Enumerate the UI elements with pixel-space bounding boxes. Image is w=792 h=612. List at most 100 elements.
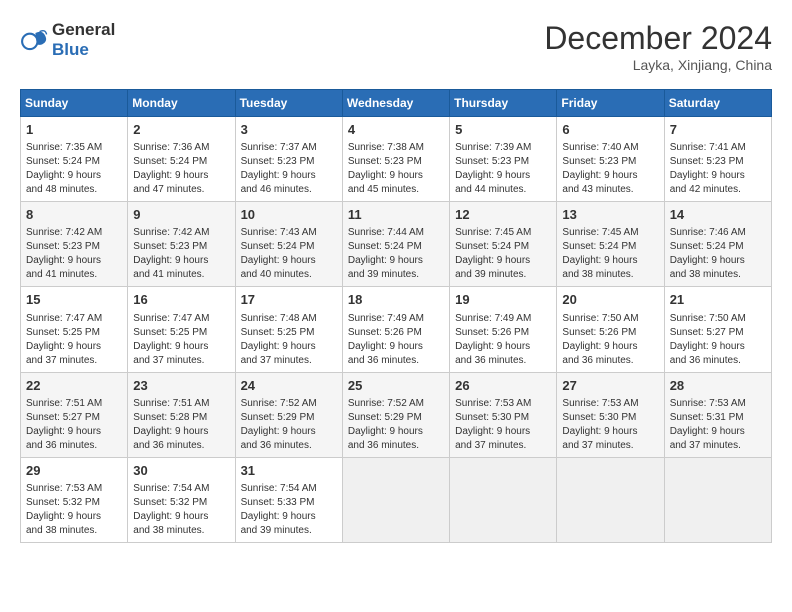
week-row-1: 1 Sunrise: 7:35 AM Sunset: 5:24 PM Daylig…	[21, 117, 772, 202]
day-number: 20	[562, 291, 658, 309]
calendar-cell: 15 Sunrise: 7:47 AM Sunset: 5:25 PM Dayli…	[21, 287, 128, 372]
calendar-cell: 18 Sunrise: 7:49 AM Sunset: 5:26 PM Dayli…	[342, 287, 449, 372]
day-number: 19	[455, 291, 551, 309]
calendar-cell: 10 Sunrise: 7:43 AM Sunset: 5:24 PM Dayli…	[235, 202, 342, 287]
day-number: 1	[26, 121, 122, 139]
day-info: Sunrise: 7:42 AM Sunset: 5:23 PM Dayligh…	[133, 226, 229, 282]
day-number: 4	[348, 121, 444, 139]
calendar-cell: 27 Sunrise: 7:53 AM Sunset: 5:30 PM Dayli…	[557, 372, 664, 457]
location-subtitle: Layka, Xinjiang, China	[544, 57, 772, 73]
day-info: Sunrise: 7:47 AM Sunset: 5:25 PM Dayligh…	[26, 312, 122, 368]
calendar-table: SundayMondayTuesdayWednesdayThursdayFrid…	[20, 89, 772, 543]
day-info: Sunrise: 7:37 AM Sunset: 5:23 PM Dayligh…	[241, 141, 337, 197]
calendar-cell: 2 Sunrise: 7:36 AM Sunset: 5:24 PM Daylig…	[128, 117, 235, 202]
calendar-cell: 17Sunrise: 7:48 AM Sunset: 5:25 PM Dayli…	[235, 287, 342, 372]
week-row-5: 29 Sunrise: 7:53 AM Sunset: 5:32 PM Dayli…	[21, 457, 772, 542]
day-info: Sunrise: 7:42 AM Sunset: 5:23 PM Dayligh…	[26, 226, 122, 282]
day-number: 8	[26, 206, 122, 224]
day-info: Sunrise: 7:38 AM Sunset: 5:23 PM Dayligh…	[348, 141, 444, 197]
day-info: Sunrise: 7:52 AM Sunset: 5:29 PM Dayligh…	[241, 397, 337, 453]
month-title: December 2024	[544, 20, 772, 57]
calendar-cell: 26 Sunrise: 7:53 AM Sunset: 5:30 PM Dayli…	[450, 372, 557, 457]
day-number: 27	[562, 377, 658, 395]
day-info: Sunrise: 7:45 AM Sunset: 5:24 PM Dayligh…	[562, 226, 658, 282]
day-number: 10	[241, 206, 337, 224]
calendar-cell	[450, 457, 557, 542]
title-block: December 2024 Layka, Xinjiang, China	[544, 20, 772, 73]
day-number: 28	[670, 377, 766, 395]
day-number: 12	[455, 206, 551, 224]
calendar-cell: 24 Sunrise: 7:52 AM Sunset: 5:29 PM Dayli…	[235, 372, 342, 457]
day-number: 13	[562, 206, 658, 224]
calendar-cell: 6 Sunrise: 7:40 AM Sunset: 5:23 PM Daylig…	[557, 117, 664, 202]
calendar-cell: 19 Sunrise: 7:49 AM Sunset: 5:26 PM Dayli…	[450, 287, 557, 372]
day-info: Sunrise: 7:49 AM Sunset: 5:26 PM Dayligh…	[455, 312, 551, 368]
week-row-4: 22Sunrise: 7:51 AM Sunset: 5:27 PM Dayli…	[21, 372, 772, 457]
day-number: 15	[26, 291, 122, 309]
day-number: 2	[133, 121, 229, 139]
day-number: 25	[348, 377, 444, 395]
day-info: Sunrise: 7:43 AM Sunset: 5:24 PM Dayligh…	[241, 226, 337, 282]
day-info: Sunrise: 7:51 AM Sunset: 5:27 PM Dayligh…	[26, 397, 122, 453]
calendar-cell: 30 Sunrise: 7:54 AM Sunset: 5:32 PM Dayli…	[128, 457, 235, 542]
day-number: 26	[455, 377, 551, 395]
day-info: Sunrise: 7:46 AM Sunset: 5:24 PM Dayligh…	[670, 226, 766, 282]
day-number: 6	[562, 121, 658, 139]
day-info: Sunrise: 7:53 AM Sunset: 5:31 PM Dayligh…	[670, 397, 766, 453]
day-info: Sunrise: 7:50 AM Sunset: 5:27 PM Dayligh…	[670, 312, 766, 368]
logo-text: General Blue	[52, 20, 115, 60]
calendar-cell: 5Sunrise: 7:39 AM Sunset: 5:23 PM Daylig…	[450, 117, 557, 202]
day-number: 17	[241, 291, 337, 309]
day-info: Sunrise: 7:51 AM Sunset: 5:28 PM Dayligh…	[133, 397, 229, 453]
day-number: 29	[26, 462, 122, 480]
calendar-cell: 28 Sunrise: 7:53 AM Sunset: 5:31 PM Dayli…	[664, 372, 771, 457]
day-number: 14	[670, 206, 766, 224]
day-number: 9	[133, 206, 229, 224]
calendar-cell: 8 Sunrise: 7:42 AM Sunset: 5:23 PM Daylig…	[21, 202, 128, 287]
day-number: 5	[455, 121, 551, 139]
day-info: Sunrise: 7:49 AM Sunset: 5:26 PM Dayligh…	[348, 312, 444, 368]
day-info: Sunrise: 7:45 AM Sunset: 5:24 PM Dayligh…	[455, 226, 551, 282]
logo-icon	[20, 26, 48, 54]
day-info: Sunrise: 7:54 AM Sunset: 5:32 PM Dayligh…	[133, 482, 229, 538]
week-row-2: 8 Sunrise: 7:42 AM Sunset: 5:23 PM Daylig…	[21, 202, 772, 287]
calendar-cell: 25 Sunrise: 7:52 AM Sunset: 5:29 PM Dayli…	[342, 372, 449, 457]
week-row-3: 15 Sunrise: 7:47 AM Sunset: 5:25 PM Dayli…	[21, 287, 772, 372]
day-info: Sunrise: 7:53 AM Sunset: 5:30 PM Dayligh…	[562, 397, 658, 453]
calendar-header-row: SundayMondayTuesdayWednesdayThursdayFrid…	[21, 90, 772, 117]
day-number: 24	[241, 377, 337, 395]
calendar-cell: 4 Sunrise: 7:38 AM Sunset: 5:23 PM Daylig…	[342, 117, 449, 202]
day-number: 18	[348, 291, 444, 309]
header-monday: Monday	[128, 90, 235, 117]
day-info: Sunrise: 7:54 AM Sunset: 5:33 PM Dayligh…	[241, 482, 337, 538]
calendar-cell: 29 Sunrise: 7:53 AM Sunset: 5:32 PM Dayli…	[21, 457, 128, 542]
day-number: 31	[241, 462, 337, 480]
day-info: Sunrise: 7:52 AM Sunset: 5:29 PM Dayligh…	[348, 397, 444, 453]
day-info: Sunrise: 7:53 AM Sunset: 5:32 PM Dayligh…	[26, 482, 122, 538]
day-number: 16	[133, 291, 229, 309]
day-number: 23	[133, 377, 229, 395]
day-info: Sunrise: 7:40 AM Sunset: 5:23 PM Dayligh…	[562, 141, 658, 197]
header-tuesday: Tuesday	[235, 90, 342, 117]
calendar-body: 1 Sunrise: 7:35 AM Sunset: 5:24 PM Daylig…	[21, 117, 772, 543]
header-sunday: Sunday	[21, 90, 128, 117]
day-info: Sunrise: 7:36 AM Sunset: 5:24 PM Dayligh…	[133, 141, 229, 197]
header-friday: Friday	[557, 90, 664, 117]
calendar-cell: 3 Sunrise: 7:37 AM Sunset: 5:23 PM Daylig…	[235, 117, 342, 202]
header-wednesday: Wednesday	[342, 90, 449, 117]
day-info: Sunrise: 7:53 AM Sunset: 5:30 PM Dayligh…	[455, 397, 551, 453]
calendar-cell: 1 Sunrise: 7:35 AM Sunset: 5:24 PM Daylig…	[21, 117, 128, 202]
header-saturday: Saturday	[664, 90, 771, 117]
calendar-cell: 11Sunrise: 7:44 AM Sunset: 5:24 PM Dayli…	[342, 202, 449, 287]
day-info: Sunrise: 7:35 AM Sunset: 5:24 PM Dayligh…	[26, 141, 122, 197]
calendar-cell: 16 Sunrise: 7:47 AM Sunset: 5:25 PM Dayli…	[128, 287, 235, 372]
day-info: Sunrise: 7:50 AM Sunset: 5:26 PM Dayligh…	[562, 312, 658, 368]
calendar-cell: 21Sunrise: 7:50 AM Sunset: 5:27 PM Dayli…	[664, 287, 771, 372]
day-number: 30	[133, 462, 229, 480]
day-number: 3	[241, 121, 337, 139]
calendar-cell: 7Sunrise: 7:41 AM Sunset: 5:23 PM Daylig…	[664, 117, 771, 202]
day-number: 11	[348, 206, 444, 224]
calendar-cell: 31 Sunrise: 7:54 AM Sunset: 5:33 PM Dayli…	[235, 457, 342, 542]
calendar-cell	[664, 457, 771, 542]
day-info: Sunrise: 7:47 AM Sunset: 5:25 PM Dayligh…	[133, 312, 229, 368]
